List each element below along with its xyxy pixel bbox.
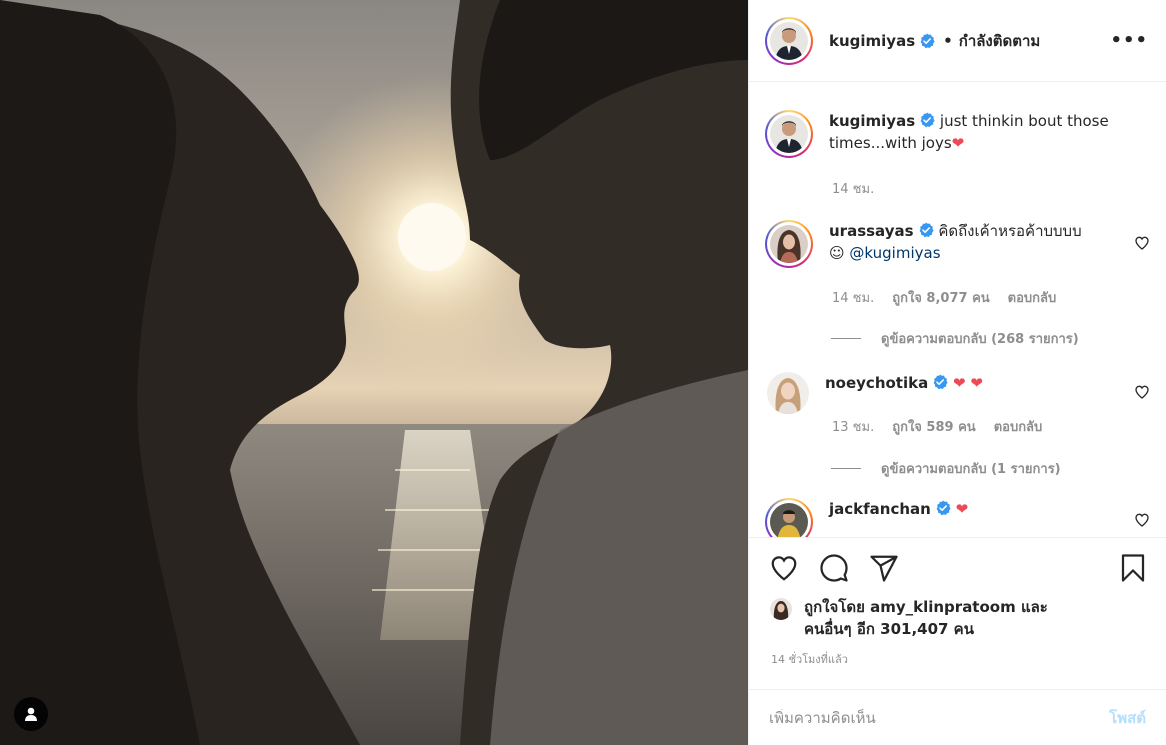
comment-body: urassayas คิดถึงเค้าหรอค้าบบบบ ☺ @kugimi…	[829, 220, 1150, 268]
verified-badge-icon	[919, 222, 934, 238]
caption-avatar	[770, 115, 808, 153]
view-replies-button[interactable]: ดูข้อความตอบกลับ (268 รายการ)	[831, 328, 1079, 349]
heart-emoji: ❤	[951, 134, 965, 152]
commenter-avatar	[770, 225, 808, 263]
profile-photo-icon	[770, 21, 808, 60]
like-heart-icon[interactable]	[769, 553, 799, 583]
profile-photo-icon	[767, 372, 809, 414]
comment-username[interactable]: jackfanchan	[829, 500, 931, 518]
replies-divider	[831, 338, 861, 339]
comments-list: kugimiyas just thinkin bout those times.…	[749, 82, 1166, 537]
comment-username[interactable]: urassayas	[829, 222, 914, 240]
smile-emoji: ☺	[829, 244, 845, 262]
post-time[interactable]: 14 ชั่วโมงที่แล้ว	[771, 650, 848, 668]
comment-input[interactable]	[769, 708, 1110, 727]
comment-row: urassayas คิดถึงเค้าหรอค้าบบบบ ☺ @kugimi…	[765, 220, 1150, 268]
caption-body: kugimiyas just thinkin bout those times.…	[829, 110, 1150, 158]
comment-bubble-icon[interactable]	[819, 553, 849, 583]
comment-avatar-ring[interactable]	[765, 220, 813, 268]
reply-button[interactable]: ตอบกลับ	[994, 420, 1043, 435]
commenter-avatar[interactable]	[767, 372, 809, 414]
comment-row: jackfanchan ❤	[765, 498, 1150, 537]
following-button[interactable]: กำลังติดตาม	[959, 29, 1041, 53]
comment-time: 14 ชม.	[832, 291, 875, 306]
view-replies-label: ดูข้อความตอบกลับ (1 รายการ)	[881, 462, 1061, 477]
comment-likes[interactable]: ถูกใจ 589 คน	[892, 420, 975, 435]
replies-divider	[831, 468, 861, 469]
share-send-icon[interactable]	[869, 553, 899, 583]
liked-by-section: ถูกใจโดย amy_klinpratoom และ คนอื่นๆ อีก…	[770, 596, 1048, 640]
add-comment-bar: โพสต์	[749, 689, 1166, 745]
post-side-panel: kugimiyas • กำลังติดตาม ••• kugimiyas ju…	[748, 0, 1166, 745]
comment-username[interactable]: noeychotika	[825, 374, 928, 392]
caption-username[interactable]: kugimiyas	[829, 112, 915, 130]
author-avatar	[770, 21, 808, 60]
profile-photo-icon	[770, 503, 808, 537]
header-user-info: kugimiyas • กำลังติดตาม	[829, 29, 1040, 53]
like-comment-heart-icon[interactable]	[1134, 384, 1150, 400]
like-comment-heart-icon[interactable]	[1134, 512, 1150, 528]
caption-time: 14 ชม.	[832, 182, 875, 197]
commenter-avatar	[770, 503, 808, 537]
liked-by-line1: ถูกใจโดย amy_klinpratoom และ	[804, 598, 1048, 616]
comment-meta: 14 ชม. ถูกใจ 8,077 คน ตอบกลับ	[832, 287, 1056, 308]
heart-emoji: ❤	[955, 500, 969, 518]
verified-badge-icon	[920, 33, 935, 48]
profile-photo-icon	[770, 225, 808, 263]
comment-avatar-ring[interactable]	[765, 498, 813, 537]
liked-by-text[interactable]: ถูกใจโดย amy_klinpratoom และ คนอื่นๆ อีก…	[804, 596, 1048, 640]
verified-badge-icon	[936, 500, 951, 516]
comment-row: noeychotika ❤ ❤	[765, 372, 1150, 414]
instagram-post: kugimiyas • กำลังติดตาม ••• kugimiyas ju…	[0, 0, 1166, 745]
comment-text: คิดถึงเค้าหรอค้าบบบบ	[938, 222, 1082, 240]
verified-badge-icon	[920, 112, 935, 128]
post-photo[interactable]	[0, 0, 748, 745]
comment-likes[interactable]: ถูกใจ 8,077 คน	[892, 291, 989, 306]
header-username[interactable]: kugimiyas	[829, 32, 915, 50]
author-avatar-ring[interactable]	[765, 16, 813, 65]
tagged-users-button[interactable]	[14, 697, 48, 731]
mention-link[interactable]: @kugimiyas	[849, 244, 940, 262]
verified-badge-icon	[933, 374, 948, 390]
profile-photo-icon	[770, 115, 808, 153]
post-comment-button[interactable]: โพสต์	[1109, 706, 1146, 730]
sunset-couple-image	[0, 0, 748, 745]
header-separator: •	[943, 31, 953, 50]
user-icon	[25, 707, 37, 721]
liker-avatar[interactable]	[770, 598, 792, 620]
save-bookmark-icon[interactable]	[1118, 553, 1148, 583]
comment-body: jackfanchan ❤	[829, 498, 1150, 537]
post-header: kugimiyas • กำลังติดตาม •••	[749, 0, 1166, 82]
comment-time: 13 ชม.	[832, 420, 875, 435]
caption-row: kugimiyas just thinkin bout those times.…	[765, 110, 1150, 158]
like-comment-heart-icon[interactable]	[1134, 235, 1150, 251]
hearts-emoji: ❤ ❤	[953, 374, 983, 392]
comment-body: noeychotika ❤ ❤	[825, 372, 1150, 414]
comment-meta: 13 ชม. ถูกใจ 589 คน ตอบกลับ	[832, 416, 1042, 437]
liked-by-line2: คนอื่นๆ อีก 301,407 คน	[804, 620, 974, 638]
view-replies-button[interactable]: ดูข้อความตอบกลับ (1 รายการ)	[831, 458, 1061, 479]
reply-button[interactable]: ตอบกลับ	[1008, 291, 1057, 306]
profile-photo-icon	[770, 598, 792, 620]
view-replies-label: ดูข้อความตอบกลับ (268 รายการ)	[881, 332, 1079, 347]
caption-avatar-ring[interactable]	[765, 110, 813, 158]
more-options-icon[interactable]: •••	[1110, 30, 1148, 51]
